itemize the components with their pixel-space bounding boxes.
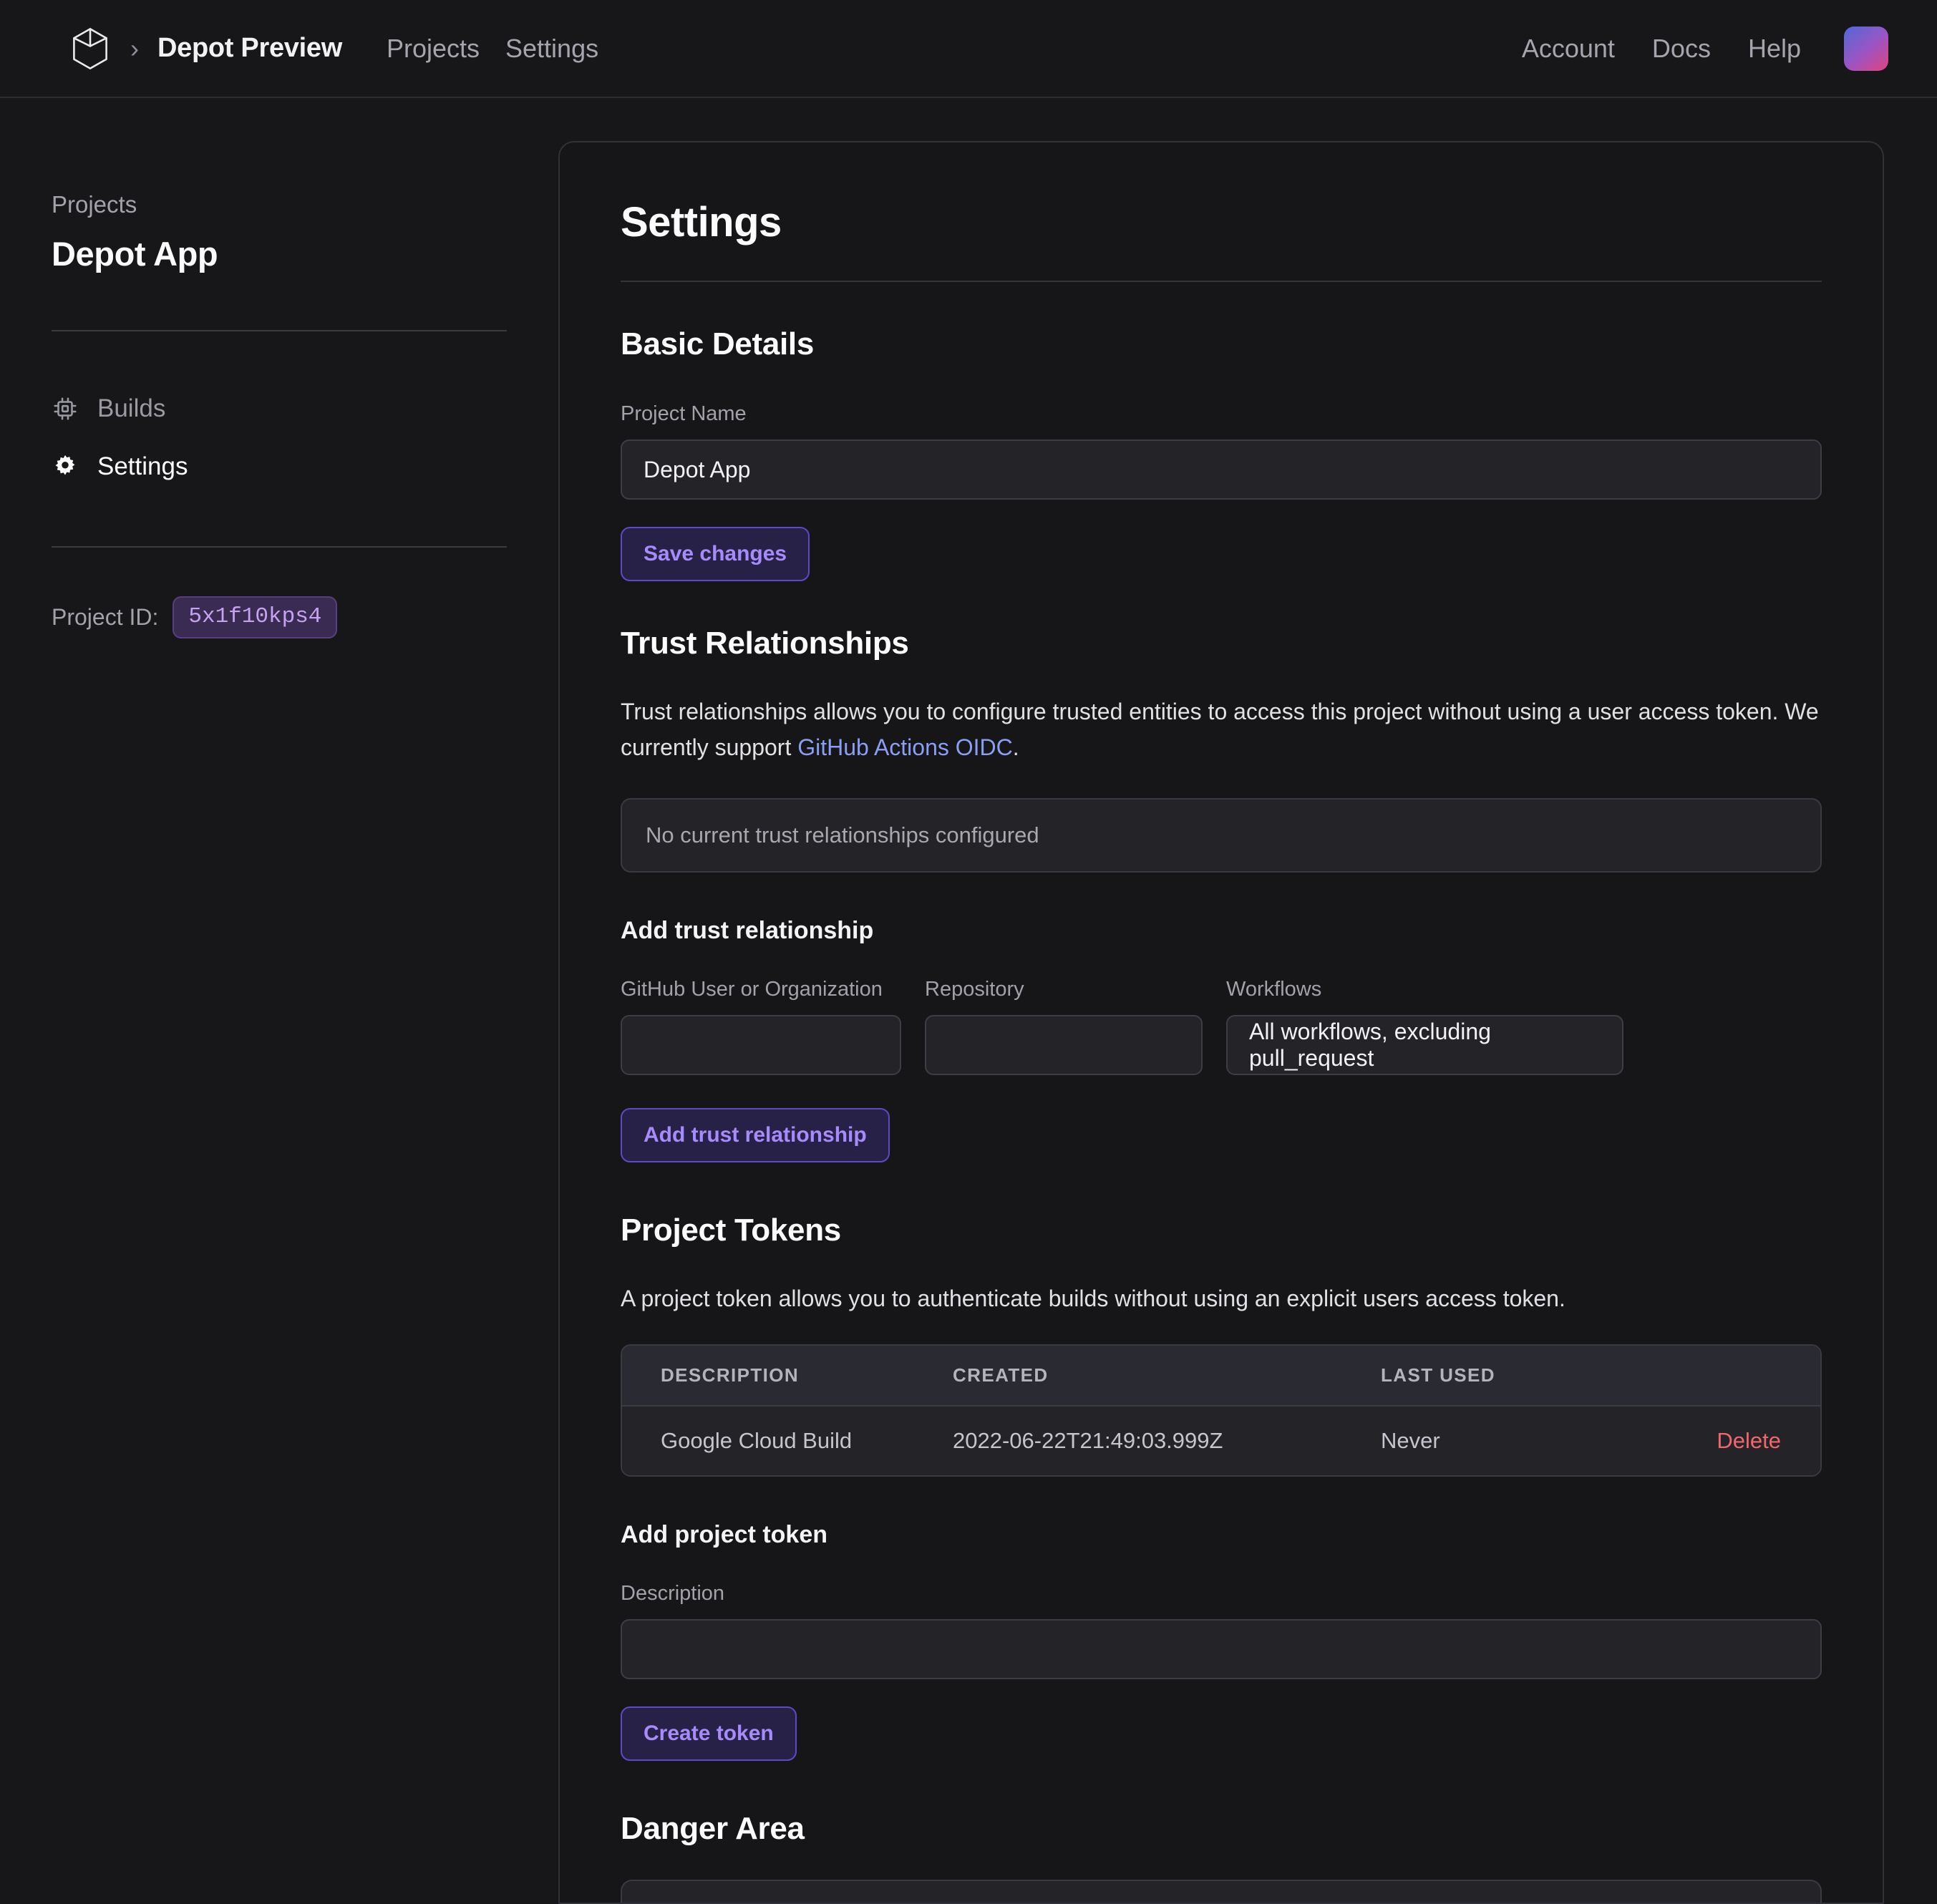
subheading-add-trust-relationship: Add trust relationship — [621, 917, 874, 945]
delete-token-link[interactable]: Delete — [1717, 1428, 1781, 1453]
page-layout: Projects Depot App Builds Settings Proje… — [0, 98, 1937, 1904]
token-description-input[interactable] — [621, 1618, 1822, 1679]
sidebar-item-settings[interactable]: Settings — [52, 441, 558, 492]
page-title: Settings — [621, 199, 782, 246]
sidebar-eyebrow: Projects — [52, 191, 137, 218]
nav-left-group: › Depot Preview Projects Settings — [72, 27, 598, 70]
chip-icon — [52, 395, 79, 422]
project-id-badge[interactable]: 5x1f10kps4 — [173, 596, 338, 638]
top-navigation-bar: › Depot Preview Projects Settings Accoun… — [0, 0, 1937, 98]
gear-icon — [52, 453, 79, 480]
repository-group: Repository — [925, 978, 1203, 1076]
nav-link-projects[interactable]: Projects — [387, 29, 480, 68]
project-id-label: Project ID: — [52, 604, 159, 630]
save-changes-button[interactable]: Save changes — [621, 527, 810, 581]
nav-link-help[interactable]: Help — [1748, 29, 1801, 68]
page-title-divider — [621, 281, 1822, 282]
section-heading-basic-details: Basic Details — [621, 326, 815, 361]
trust-description-part2: . — [1012, 734, 1019, 760]
repository-label: Repository — [925, 978, 1024, 1001]
avatar[interactable] — [1844, 26, 1888, 71]
cell-last-used: Never — [1381, 1427, 1440, 1453]
main-panel-wrapper: Settings Basic Details Project Name Depo… — [558, 98, 1937, 1904]
subheading-add-project-token: Add project token — [621, 1520, 828, 1548]
cell-description: Google Cloud Build — [661, 1427, 853, 1453]
sidebar: Projects Depot App Builds Settings Proje… — [0, 98, 558, 1904]
nav-link-settings[interactable]: Settings — [505, 29, 598, 68]
primary-nav-links: Projects Settings — [387, 29, 598, 68]
github-actions-oidc-link[interactable]: GitHub Actions OIDC — [797, 734, 1013, 760]
trust-description: Trust relationships allows you to config… — [621, 694, 1822, 765]
section-heading-danger-area: Danger Area — [621, 1810, 805, 1846]
project-name-label: Project Name — [621, 402, 747, 425]
add-trust-relationship-form: GitHub User or Organization Repository W… — [621, 978, 1822, 1076]
nav-right-group: Account Docs Help — [1522, 26, 1888, 71]
section-heading-trust-relationships: Trust Relationships — [621, 626, 909, 661]
section-heading-project-tokens: Project Tokens — [621, 1213, 841, 1248]
sidebar-divider-bottom — [52, 546, 507, 548]
brand-title: Depot Preview — [157, 33, 342, 63]
workflows-select[interactable]: All workflows, excluding pull_request — [1226, 1015, 1623, 1076]
github-user-or-org-label: GitHub User or Organization — [621, 978, 883, 1001]
reset-cache-card: Reset cache Clears all build cache. Exis… — [621, 1879, 1822, 1903]
nav-link-docs[interactable]: Docs — [1652, 29, 1711, 68]
depot-cube-logo-icon[interactable] — [72, 27, 109, 70]
workflows-label: Workflows — [1226, 978, 1322, 1001]
table-header-row: DESCRIPTION CREATED LAST USED — [622, 1345, 1820, 1407]
project-name-input[interactable]: Depot App — [621, 439, 1822, 500]
github-user-or-org-input[interactable] — [621, 1015, 901, 1076]
sidebar-project-title: Depot App — [52, 235, 218, 273]
cell-created: 2022-06-22T21:49:03.999Z — [953, 1427, 1223, 1453]
sidebar-item-builds[interactable]: Builds — [52, 383, 558, 434]
project-tokens-description: A project token allows you to authentica… — [621, 1286, 1565, 1312]
table-row: Google Cloud Build 2022-06-22T21:49:03.9… — [622, 1406, 1820, 1475]
column-header-created: CREATED — [953, 1364, 1049, 1386]
column-header-last-used: LAST USED — [1381, 1364, 1495, 1386]
sidebar-item-settings-label: Settings — [97, 452, 188, 480]
token-description-label: Description — [621, 1581, 725, 1605]
workflows-group: Workflows All workflows, excluding pull_… — [1226, 978, 1623, 1076]
cell-actions: Delete — [1634, 1428, 1820, 1454]
settings-panel: Settings Basic Details Project Name Depo… — [558, 141, 1884, 1904]
sidebar-nav: Builds Settings — [52, 331, 558, 492]
project-tokens-table: DESCRIPTION CREATED LAST USED Google Clo… — [621, 1344, 1822, 1477]
column-header-description: DESCRIPTION — [661, 1364, 800, 1386]
repository-input[interactable] — [925, 1015, 1203, 1076]
nav-link-account[interactable]: Account — [1522, 29, 1615, 68]
create-token-button[interactable]: Create token — [621, 1706, 797, 1761]
github-user-or-org-group: GitHub User or Organization — [621, 978, 901, 1076]
breadcrumb-separator-icon: › — [130, 33, 139, 63]
sidebar-item-builds-label: Builds — [97, 394, 166, 422]
trust-empty-state: No current trust relationships configure… — [621, 798, 1822, 873]
add-trust-relationship-button[interactable]: Add trust relationship — [621, 1108, 890, 1163]
project-id-row: Project ID: 5x1f10kps4 — [52, 596, 558, 638]
